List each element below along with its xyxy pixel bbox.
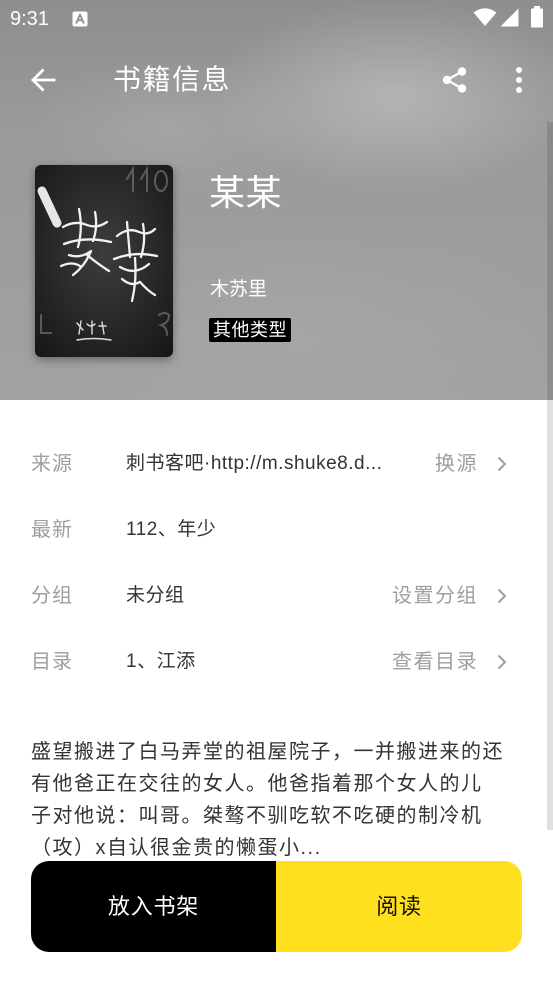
wifi-icon (473, 7, 497, 27)
page-title: 书籍信息 (113, 64, 232, 95)
row-label: 分组 (31, 585, 73, 607)
change-source-button[interactable]: 换源 (435, 431, 478, 497)
battery-icon (530, 6, 544, 28)
view-toc-button[interactable]: 查看目录 (392, 629, 478, 695)
add-to-shelf-button[interactable]: 放入书架 (31, 861, 276, 952)
status-time: 9:31 (10, 8, 49, 30)
info-row-latest: 最新 112、年少 (0, 497, 553, 563)
row-label: 目录 (31, 651, 73, 673)
description-line: 子对他说：叫哥。桀骜不驯吃软不吃硬的制冷机 (31, 805, 483, 827)
description-line: （攻）x自认很金贵的懒蛋小... (31, 837, 322, 859)
more-options-button[interactable] (509, 66, 529, 94)
arrow-back-icon[interactable] (29, 66, 57, 94)
book-author: 木苏里 (210, 279, 268, 300)
category-tag: 其他类型 (209, 318, 291, 342)
more-vert-icon[interactable] (509, 66, 529, 94)
row-label: 来源 (31, 453, 73, 475)
row-value: 112、年少 (126, 519, 217, 540)
chevron-right-icon[interactable] (494, 456, 510, 472)
chevron-right-icon[interactable] (494, 588, 510, 604)
read-button[interactable]: 阅读 (276, 861, 522, 952)
description-line: 盛望搬进了白马弄堂的祖屋院子，一并搬进来的还 (31, 741, 504, 763)
set-group-button[interactable]: 设置分组 (392, 563, 478, 629)
info-row-toc[interactable]: 目录 1、江添 查看目录 (0, 629, 553, 695)
info-row-group[interactable]: 分组 未分组 设置分组 (0, 563, 553, 629)
share-button[interactable] (441, 66, 469, 94)
back-button[interactable] (29, 66, 57, 94)
row-value: 刺书客吧·http://m.shuke8.d... (126, 453, 383, 474)
share-icon[interactable] (441, 66, 469, 94)
cellular-signal-icon (500, 8, 519, 27)
book-title: 某某 (209, 172, 283, 213)
info-row-source[interactable]: 来源 刺书客吧·http://m.shuke8.d... 换源 (0, 431, 553, 497)
row-value: 1、江添 (126, 651, 196, 672)
description-line: 有他爸正在交往的女人。他爸指着那个女人的儿 (31, 773, 483, 795)
row-value: 未分组 (126, 585, 185, 606)
book-description: 盛望搬进了白马弄堂的祖屋院子，一并搬进来的还 有他爸正在交往的女人。他爸指着那个… (31, 736, 531, 864)
row-label: 最新 (31, 519, 73, 541)
book-cover[interactable] (35, 165, 173, 357)
cover-artwork (35, 165, 173, 357)
chevron-right-icon[interactable] (494, 654, 510, 670)
a-notification-icon (72, 11, 88, 27)
